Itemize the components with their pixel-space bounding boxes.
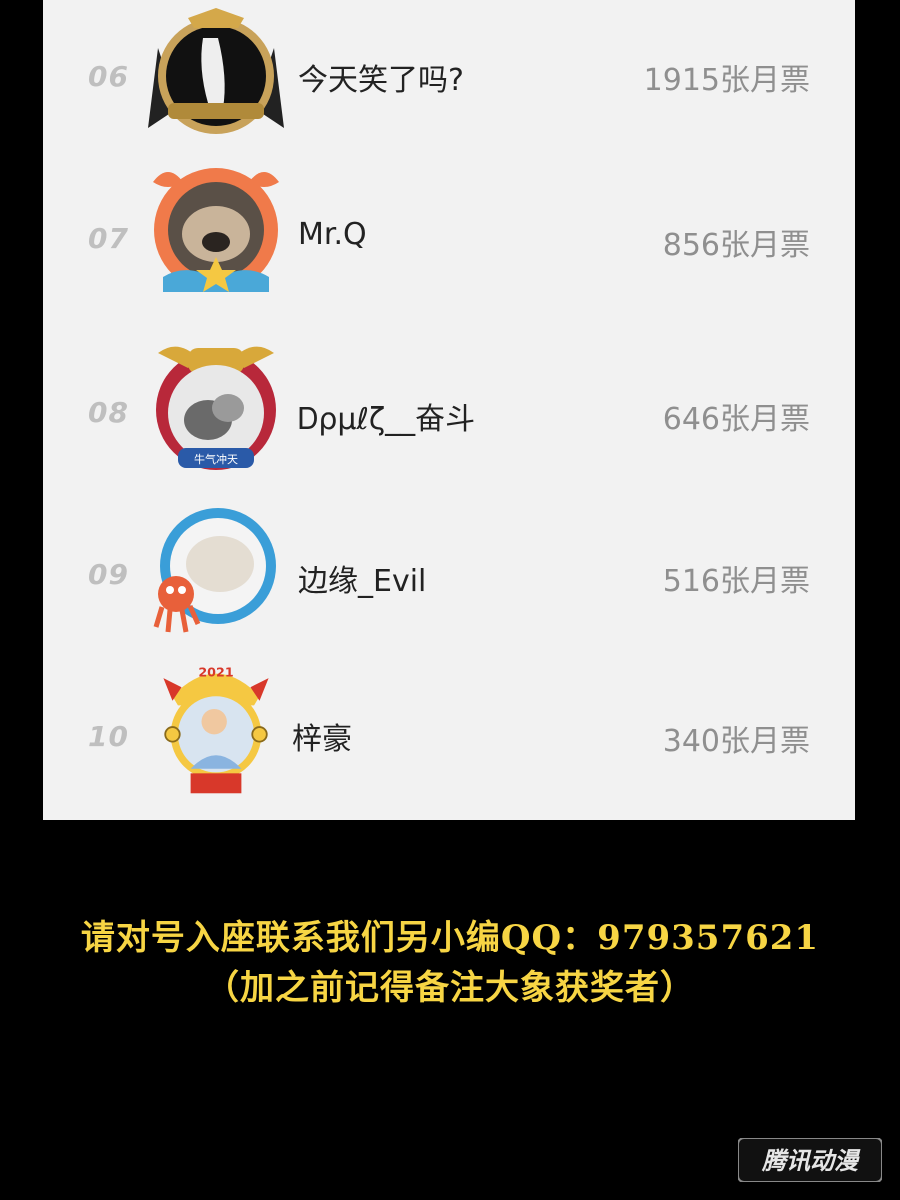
leaderboard-row[interactable]: 06 今天笑了吗? 1915张月票 <box>43 0 855 150</box>
tencent-comics-watermark-icon: 腾讯动漫 <box>738 1138 882 1182</box>
rank-number: 07 <box>88 222 129 255</box>
rank-number: 06 <box>88 60 129 93</box>
leaderboard-row[interactable]: 07 Mr.Q 856张月票 <box>43 160 855 310</box>
leaderboard-row[interactable]: 10 2021 梓豪 340张月票 <box>43 660 855 810</box>
vote-count: 340张月票 <box>662 724 810 759</box>
user-name: 今天笑了吗? <box>298 63 464 98</box>
rank-number: 10 <box>88 720 129 753</box>
leaderboard-row[interactable]: 09 边缘_Evil 516张月票 <box>43 500 855 650</box>
vote-count: 856张月票 <box>662 228 810 263</box>
vote-count: 1915张月票 <box>643 63 810 98</box>
svg-text:牛气冲天: 牛气冲天 <box>194 452 238 466</box>
avatar-frame-portrait-icon <box>148 8 284 134</box>
avatar-frame-ox-2021-icon: 2021 <box>163 664 269 794</box>
watermark-text: 腾讯动漫 <box>761 1147 861 1175</box>
contact-note: （加之前记得备注大象获奖者） <box>205 968 695 1008</box>
user-name: 边缘_Evil <box>298 564 427 599</box>
svg-text:2021: 2021 <box>198 664 233 679</box>
leaderboard-row[interactable]: 08 牛气冲天 Ꭰρµℓζ__奋斗 646张月票 <box>43 330 855 480</box>
user-name: Mr.Q <box>298 217 367 252</box>
avatar-frame-crab-icon <box>153 168 279 292</box>
avatar-frame-octopus-icon <box>153 508 276 633</box>
vote-count: 516张月票 <box>662 564 810 599</box>
leaderboard-panel: 06 今天笑了吗? 1915张月票 07 Mr.Q 856张月票 08 牛气冲天… <box>43 0 855 820</box>
vote-count: 646张月票 <box>662 402 810 437</box>
user-name: Ꭰρµℓζ__奋斗 <box>298 402 476 437</box>
avatar-frame-ox-icon: 牛气冲天 <box>156 346 276 470</box>
rank-number: 09 <box>88 558 129 591</box>
contact-notice: 请对号入座联系我们另小编QQ：979357621 <box>80 918 820 958</box>
user-name: 梓豪 <box>292 722 352 757</box>
rank-number: 08 <box>88 396 129 429</box>
